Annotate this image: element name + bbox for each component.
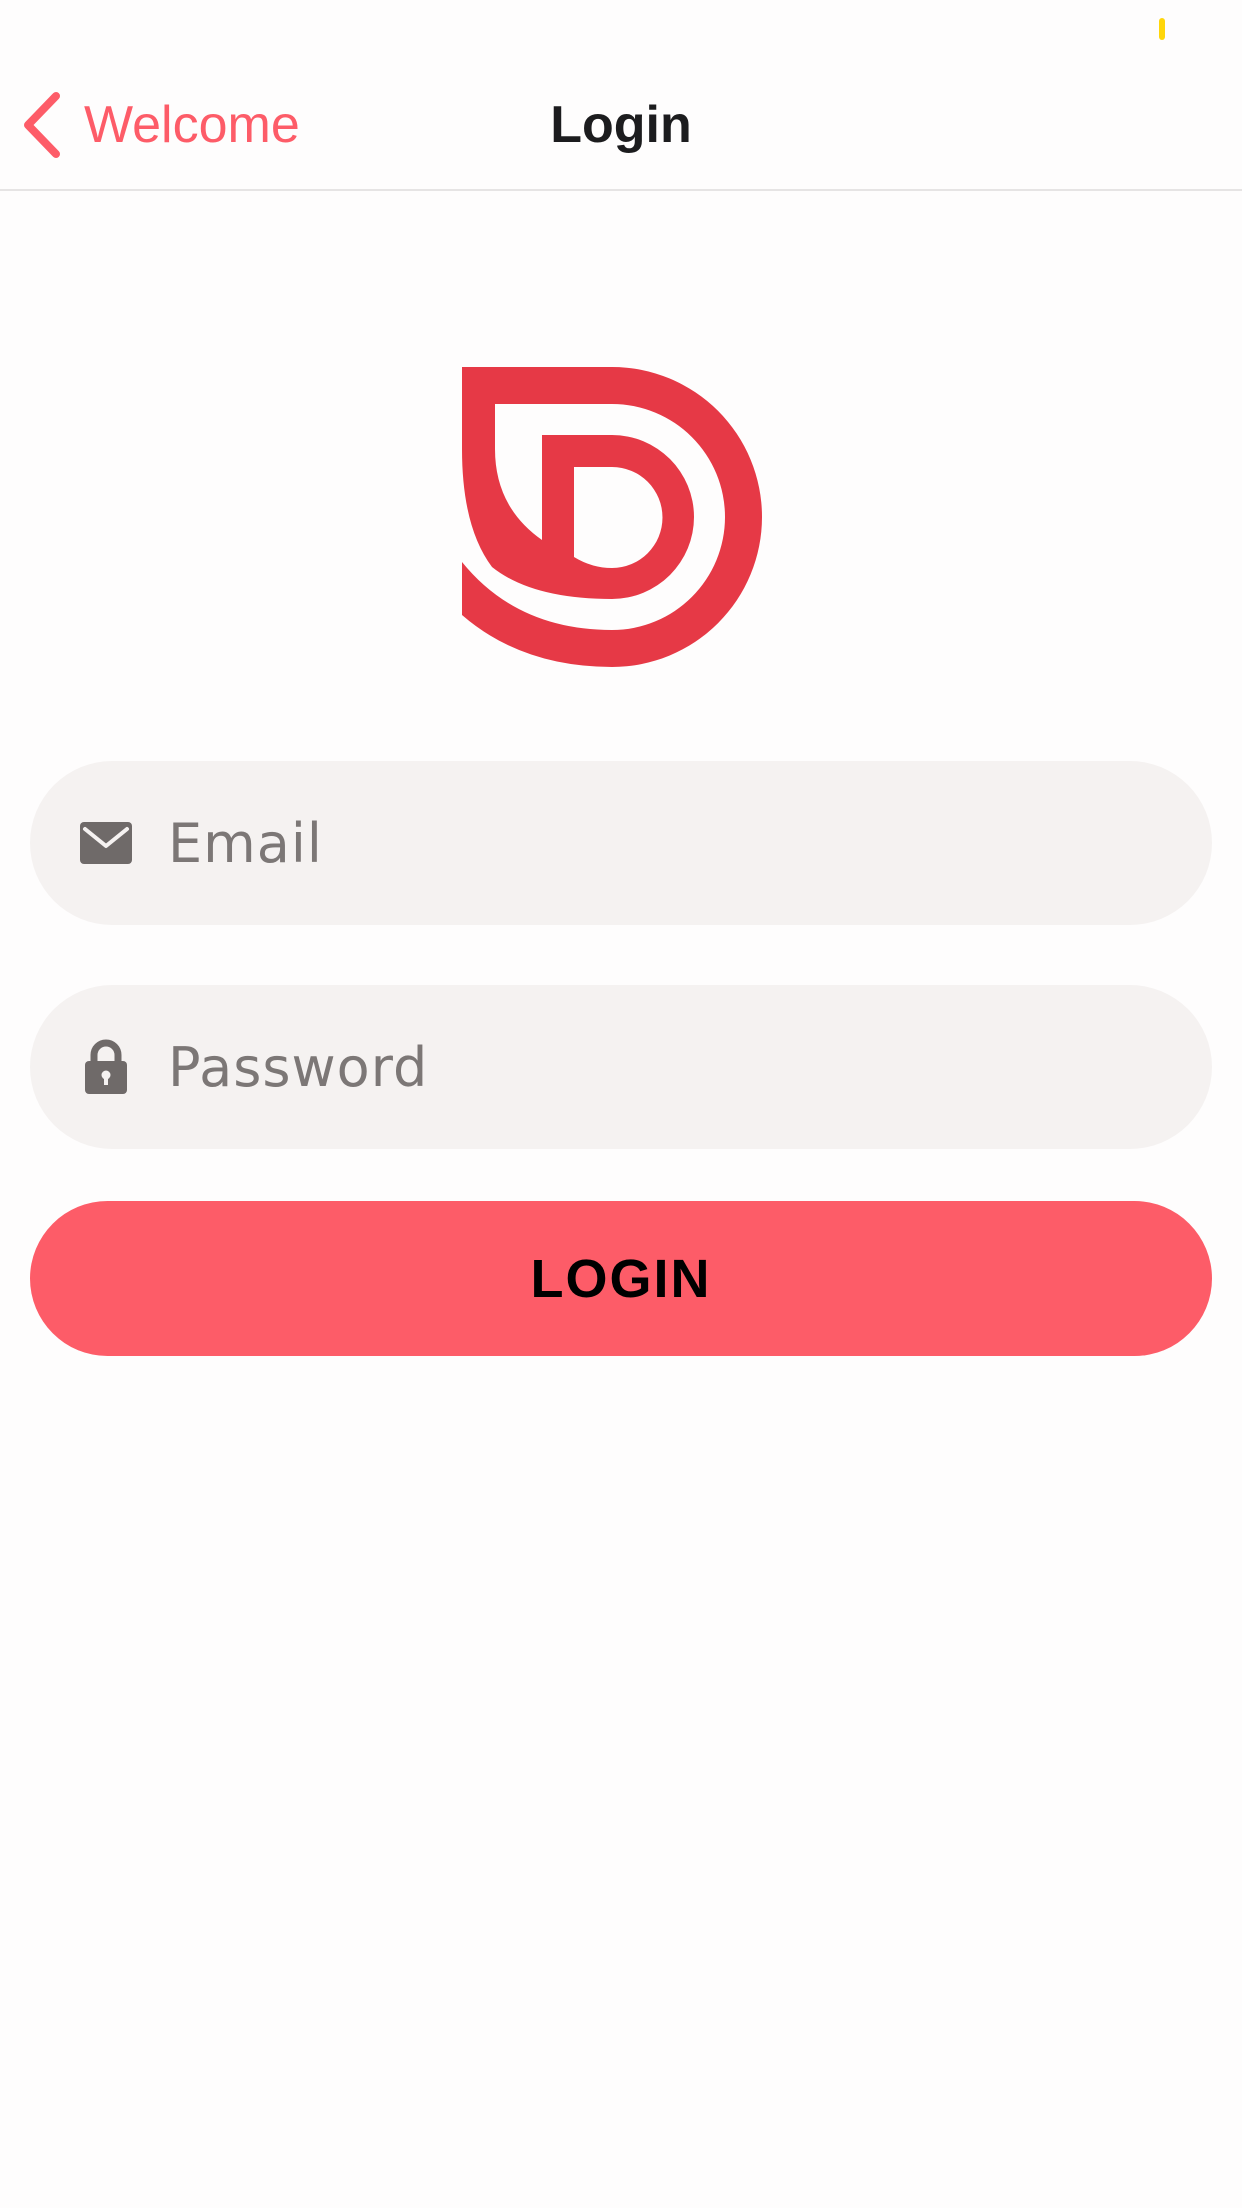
envelope-icon xyxy=(78,815,134,871)
status-bar xyxy=(0,0,1242,60)
login-button[interactable]: LOGIN xyxy=(30,1201,1212,1356)
battery-icon xyxy=(1159,18,1165,40)
brand-d-logo xyxy=(462,367,762,667)
password-field[interactable] xyxy=(30,985,1212,1149)
page-title: Login xyxy=(550,96,692,154)
password-input[interactable] xyxy=(168,1027,1212,1107)
navigation-bar: Welcome Login xyxy=(0,60,1242,191)
lock-icon xyxy=(78,1039,134,1095)
email-input[interactable] xyxy=(168,803,1212,883)
email-field[interactable] xyxy=(30,761,1212,925)
